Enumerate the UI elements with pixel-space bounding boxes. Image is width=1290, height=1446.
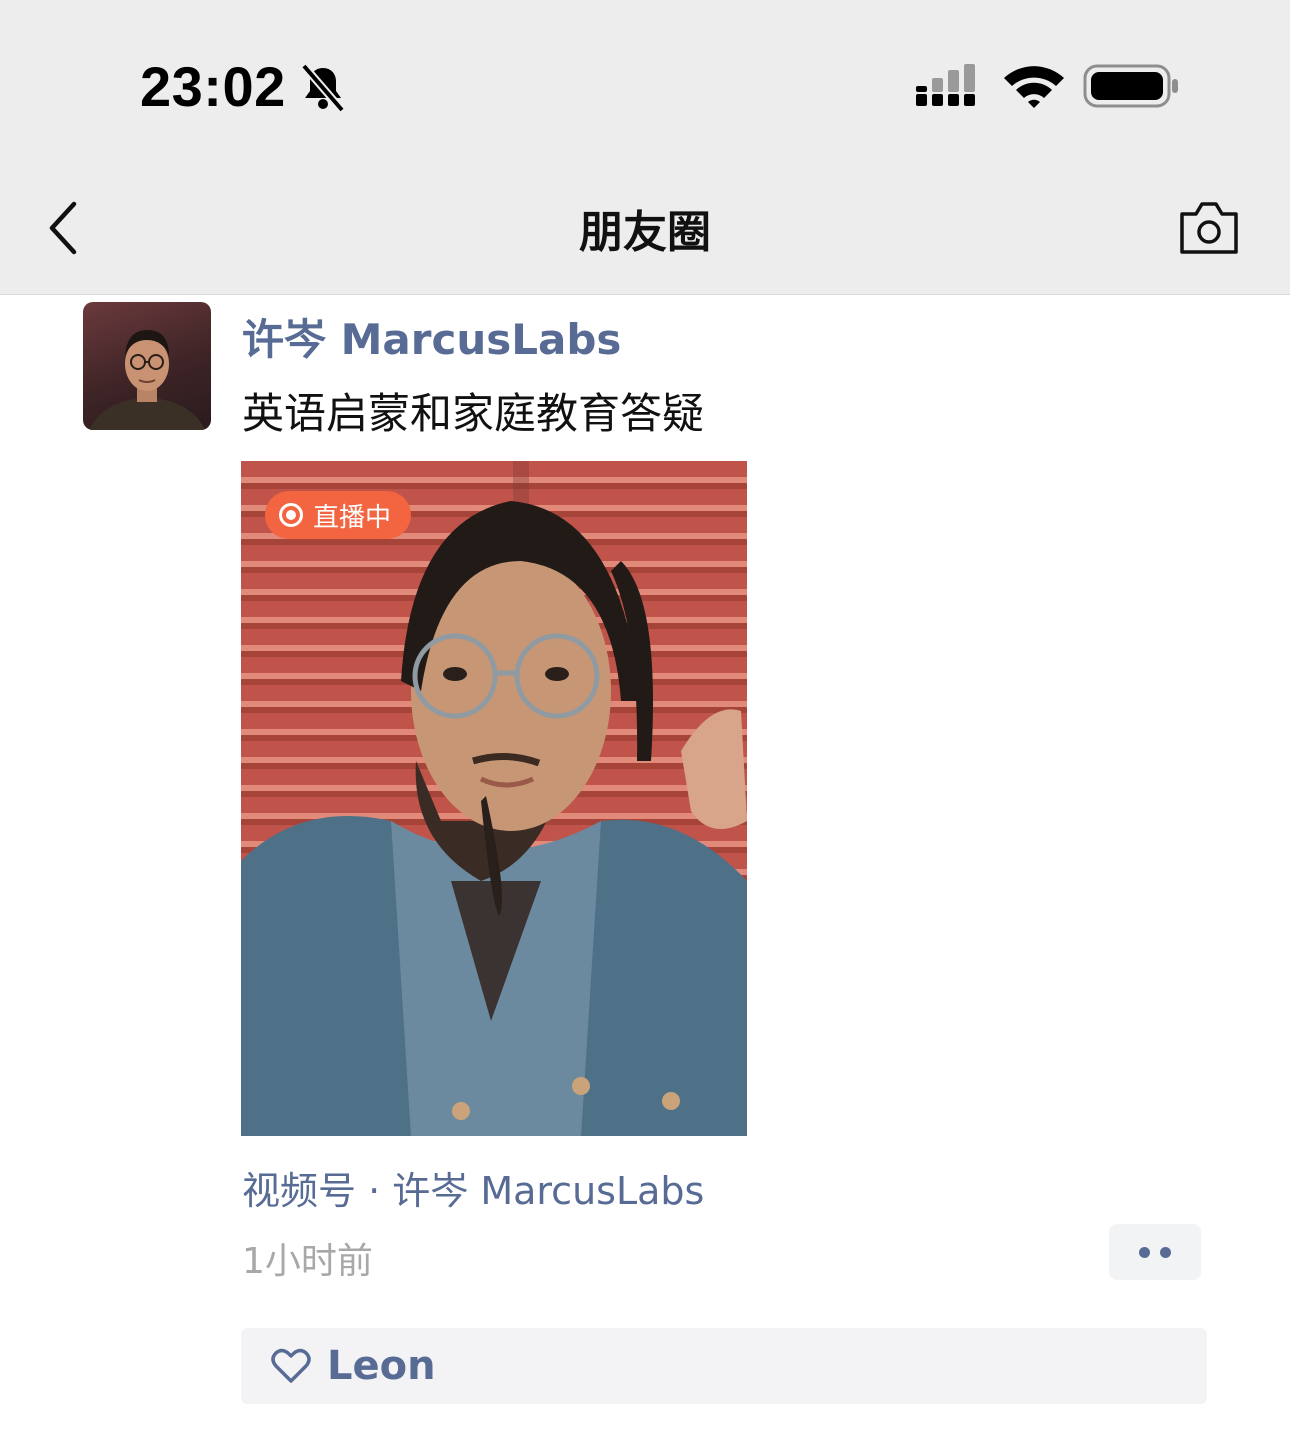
post-text: 英语启蒙和家庭教育答疑 (242, 389, 705, 438)
live-record-icon (279, 503, 303, 527)
channel-link[interactable]: 视频号 · 许岑 MarcusLabs (242, 1160, 704, 1215)
battery-icon (1083, 64, 1178, 108)
avatar-portrait (89, 330, 205, 430)
more-actions-button[interactable] (1109, 1224, 1201, 1280)
streamer-portrait (241, 461, 747, 1136)
live-badge-label: 直播中 (313, 502, 392, 533)
wifi-icon (1004, 66, 1064, 108)
author-name[interactable]: 许岑 MarcusLabs (242, 306, 621, 367)
camera-icon[interactable] (1176, 198, 1242, 256)
like-user-name[interactable]: Leon (327, 1343, 436, 1389)
live-stream-thumbnail[interactable]: 直播中 (241, 461, 747, 1136)
status-time: 23:02 (140, 55, 286, 118)
author-avatar[interactable] (83, 302, 211, 430)
more-dot-icon (1139, 1246, 1150, 1258)
likes-section: Leon (241, 1328, 1207, 1404)
more-dot-icon (1160, 1246, 1171, 1258)
top-bar: 23:02 朋友圈 (0, 0, 1290, 295)
page-title: 朋友圈 (579, 207, 711, 258)
signal-icon (916, 64, 975, 106)
bell-muted-icon (300, 63, 346, 113)
live-badge: 直播中 (265, 491, 412, 539)
heart-icon (271, 1348, 311, 1383)
post-time: 1小时前 (242, 1241, 373, 1282)
